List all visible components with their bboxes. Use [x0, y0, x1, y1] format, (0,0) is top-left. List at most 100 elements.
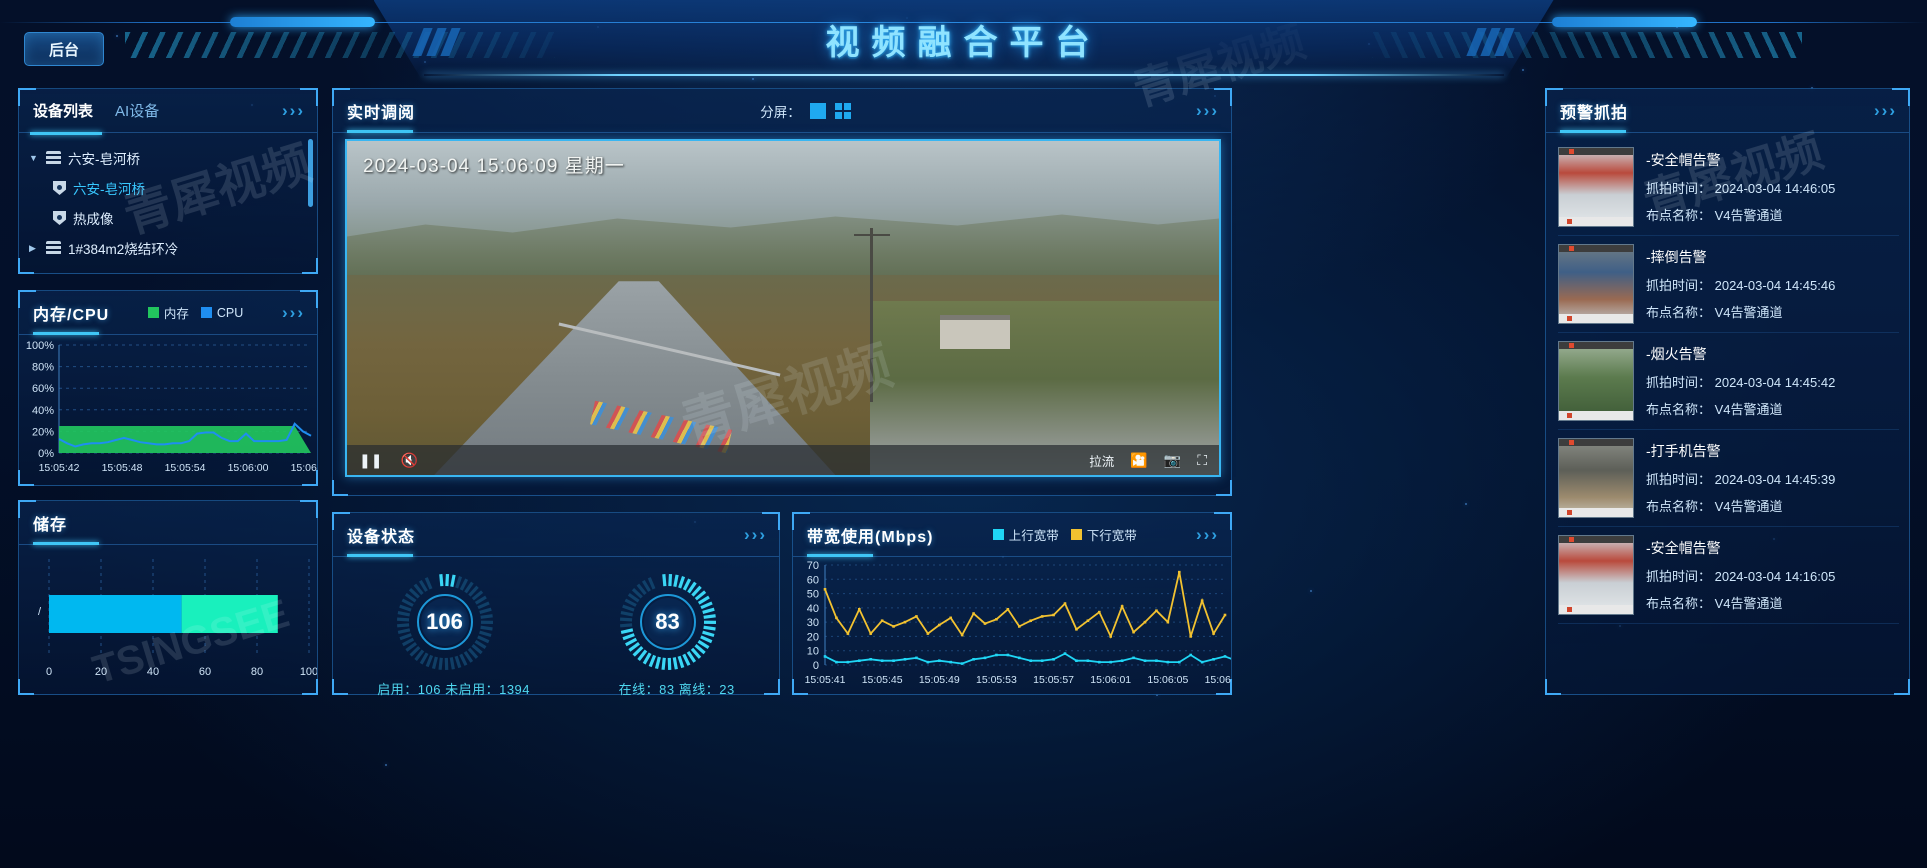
device-status-header: 设备状态 › › ›	[333, 513, 779, 557]
device-status-more-icon[interactable]: › › ›	[744, 526, 765, 543]
single-split-icon[interactable]	[809, 102, 826, 119]
alert-thumbnail[interactable]	[1558, 341, 1634, 421]
alert-list: -安全帽告警 抓拍时间： 2024-03-04 14:46:05 布点名称： V4告…	[1546, 133, 1909, 624]
live-view-header: 实时调阅 分屏： › › ›	[333, 89, 1231, 133]
alert-title: -安全帽告警	[1646, 152, 1721, 168]
memory-cpu-more-icon[interactable]: › › ›	[282, 304, 303, 321]
header-underline	[423, 74, 1504, 76]
tab-device-list[interactable]: 设备列表	[29, 100, 103, 135]
pause-icon[interactable]: ❚❚	[359, 453, 382, 467]
alert-capture-title: 预警抓拍	[1560, 104, 1629, 122]
header-hatch-left	[125, 32, 555, 58]
thumb-top-bar	[1559, 536, 1633, 543]
alert-thumbnail[interactable]	[1558, 438, 1634, 518]
header-hatch-right	[1372, 32, 1802, 58]
thumb-bottom-bar	[1559, 605, 1633, 614]
live-view-more-icon[interactable]: › › ›	[1196, 102, 1217, 119]
svg-text:0%: 0%	[38, 448, 54, 460]
svg-text:15:06:09: 15:06:09	[1205, 674, 1231, 686]
legend-upstream: 上行宽带	[992, 525, 1059, 544]
alert-item[interactable]: -安全帽告警 抓拍时间： 2024-03-04 14:16:05 布点名称： V4告…	[1558, 527, 1899, 624]
tree-item-3[interactable]: ▶ 1#384m2烧结环冷	[29, 233, 309, 263]
svg-text:20: 20	[95, 666, 107, 678]
screen-record-icon[interactable]: 🎦	[1130, 453, 1147, 467]
thumb-bottom-bar	[1559, 314, 1633, 323]
svg-text:60: 60	[807, 574, 819, 586]
tree-item-label: 1#384m2烧结环冷	[68, 242, 179, 257]
device-tree: ▼ 六安-皂河桥 六安-皂河桥 热成像 ▶ 1#384m2烧结环冷 ▶ 小太阳沟…	[19, 133, 317, 269]
svg-text:100%: 100%	[26, 340, 54, 352]
memory-cpu-header: 内存/CPU 内存 CPU › › ›	[19, 291, 317, 335]
alert-meta: -摔倒告警 抓拍时间： 2024-03-04 14:45:46 布点名称： V4告警…	[1646, 244, 1835, 324]
legend-cpu: CPU	[200, 306, 243, 320]
alert-item[interactable]: -打手机告警 抓拍时间： 2024-03-04 14:45:39 布点名称： V4告…	[1558, 430, 1899, 527]
thumb-bottom-bar	[1559, 411, 1633, 420]
tab-ai-device[interactable]: AI设备	[115, 100, 159, 121]
svg-text:10: 10	[807, 646, 819, 658]
gauge-online-value: 83	[655, 609, 680, 634]
mute-icon[interactable]: 🔇	[400, 453, 417, 467]
device-status-title: 设备状态	[347, 528, 416, 546]
alert-title: -烟火告警	[1646, 346, 1707, 362]
tree-item-0[interactable]: ▼ 六安-皂河桥	[29, 143, 309, 173]
header-pill-left	[230, 17, 375, 27]
svg-text:15:05:45: 15:05:45	[862, 674, 903, 686]
alert-thumbnail[interactable]	[1558, 535, 1634, 615]
memory-cpu-chart: 0% 20% 40% 60% 80% 100% 15:05:42 15:05:48 15:05:…	[19, 335, 317, 485]
camera-icon	[53, 181, 66, 195]
thumb-top-bar	[1559, 439, 1633, 446]
alert-title: -安全帽告警	[1646, 540, 1721, 556]
svg-text:80%: 80%	[32, 362, 54, 374]
camera-icon	[53, 211, 66, 225]
svg-text:20%: 20%	[32, 426, 54, 438]
svg-text:20: 20	[807, 631, 819, 643]
svg-text:60: 60	[199, 666, 211, 678]
alert-capture-more-icon[interactable]: › › ›	[1874, 102, 1895, 119]
svg-text:15:06:05: 15:06:05	[1147, 674, 1188, 686]
video-player[interactable]: 2024-03-04 15:06:09 星期一 青犀视频 ❚❚ 🔇 拉流 🎦 📷…	[345, 139, 1221, 477]
alert-point-name: 布点名称： V4告警通道	[1646, 499, 1783, 514]
stretch-button[interactable]: 拉流	[1089, 451, 1114, 470]
fullscreen-icon[interactable]: ⛶	[1197, 453, 1207, 467]
device-list-more-icon[interactable]: › › ›	[282, 102, 303, 119]
caret-right-icon[interactable]: ▶	[29, 243, 39, 254]
device-list-panel: 设备列表 AI设备 › › › ▼ 六安-皂河桥 六安-皂河桥 热成像 ▶ 1#38…	[18, 88, 318, 274]
alert-point-name: 布点名称： V4告警通道	[1646, 305, 1783, 320]
alert-thumbnail[interactable]	[1558, 147, 1634, 227]
svg-text:40: 40	[147, 666, 159, 678]
backstage-button[interactable]: 后台	[24, 32, 104, 66]
video-building	[939, 314, 1010, 349]
bandwidth-more-icon[interactable]: › › ›	[1196, 526, 1217, 543]
tree-item-label: 小太阳沟调压站	[68, 268, 163, 269]
alert-item[interactable]: -摔倒告警 抓拍时间： 2024-03-04 14:45:46 布点名称： V4告警…	[1558, 236, 1899, 333]
svg-text:15:05:54: 15:05:54	[165, 462, 206, 474]
caret-down-icon[interactable]: ▼	[29, 153, 39, 163]
tree-item-2[interactable]: 热成像	[29, 203, 309, 233]
svg-text:15:05:57: 15:05:57	[1033, 674, 1074, 686]
alert-item[interactable]: -安全帽告警抓拍时间： 2024-03-04 14:46:05 布点名称： V4告…	[1558, 139, 1899, 236]
gauge-online: 83	[613, 567, 723, 677]
alert-time: 抓拍时间： 2024-03-04 14:46:05	[1646, 181, 1836, 196]
alert-thumbnail[interactable]	[1558, 244, 1634, 324]
storage-header: 储存	[19, 501, 317, 545]
bandwidth-panel: 带宽使用(Mbps) 上行宽带 下行宽带 › › › 0 10 20 30 40 50 60 70…	[792, 512, 1232, 695]
alert-point-name: 布点名称： V4告警通道	[1646, 208, 1783, 223]
tree-item-1[interactable]: 六安-皂河桥	[29, 173, 309, 203]
alert-meta: -安全帽告警抓拍时间： 2024-03-04 14:46:05 布点名称： V4告…	[1646, 147, 1835, 227]
alert-item[interactable]: -烟火告警抓拍时间： 2024-03-04 14:45:42 布点名称： V4告警…	[1558, 333, 1899, 430]
tree-item-4[interactable]: ▶ 小太阳沟调压站	[29, 263, 309, 269]
device-tree-scrollbar[interactable]	[308, 139, 313, 207]
alert-point-name: 布点名称： V4告警通道	[1646, 402, 1783, 417]
quad-split-icon[interactable]	[834, 102, 851, 119]
snapshot-icon[interactable]: 📷	[1164, 453, 1181, 467]
legend-downstream: 下行宽带	[1070, 525, 1137, 544]
alert-time: 抓拍时间： 2024-03-04 14:45:42	[1646, 375, 1836, 390]
video-controls: ❚❚ 🔇 拉流 🎦 📷 ⛶	[347, 445, 1219, 475]
device-list-header: 设备列表 AI设备 › › ›	[19, 89, 317, 135]
alert-time: 抓拍时间： 2024-03-04 14:45:46	[1646, 278, 1836, 293]
svg-text:15:05:48: 15:05:48	[102, 462, 143, 474]
svg-text:50: 50	[807, 589, 819, 601]
thumb-bottom-bar	[1559, 217, 1633, 226]
storage-title: 储存	[33, 516, 68, 534]
bandwidth-chart: 0 10 20 30 40 50 60 70 15:05:41 15:05:45 15:05:49 1…	[793, 557, 1231, 694]
